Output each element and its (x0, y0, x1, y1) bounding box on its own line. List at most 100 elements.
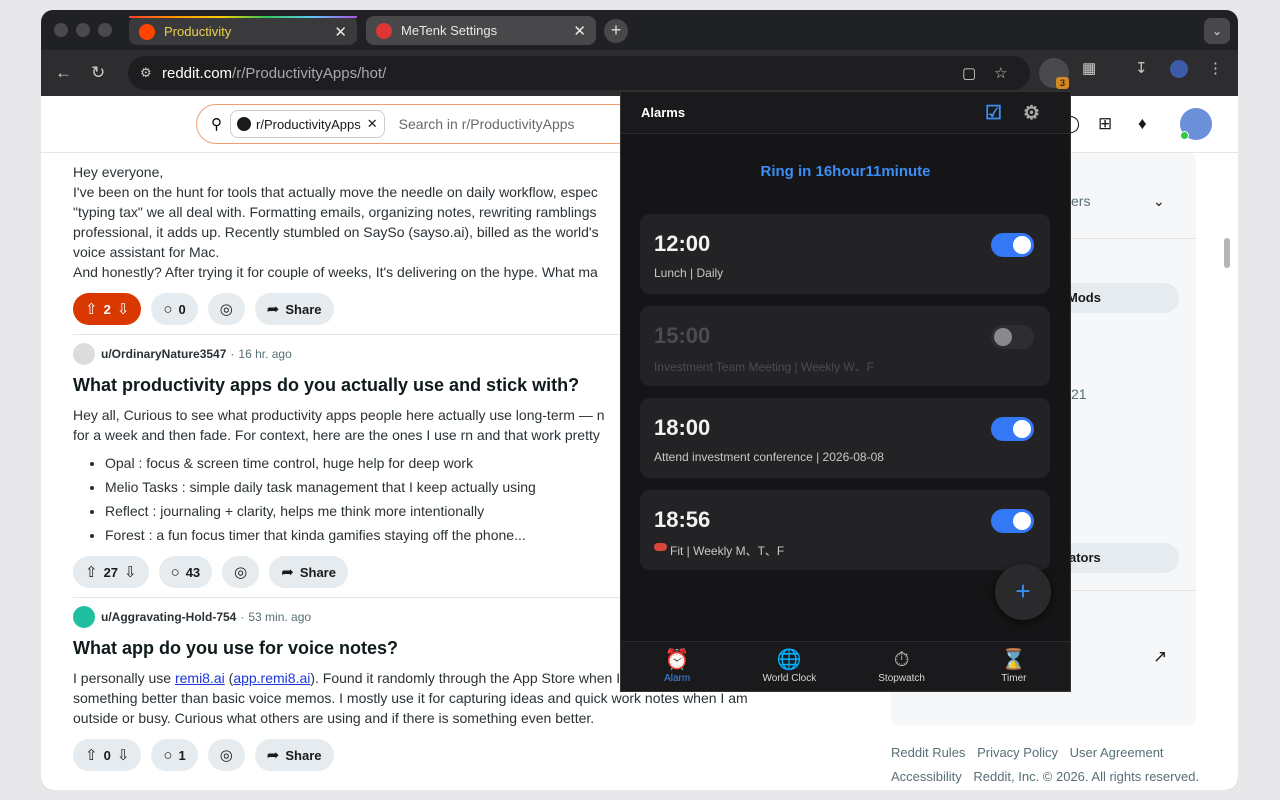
alarm-desc: Fit | Weekly M、T、F (670, 544, 785, 558)
app-remi8-link[interactable]: app.remi8.ai (233, 670, 310, 686)
extension-button[interactable]: 3 (1039, 58, 1069, 89)
user-avatar[interactable] (1180, 108, 1212, 140)
settings-gear-icon[interactable]: ⚙ (1023, 102, 1040, 125)
share-button[interactable]: ➦ Share (254, 293, 334, 325)
share-icon: ➦ (266, 747, 280, 764)
comments-button[interactable]: ○ 43 (158, 556, 213, 588)
vote-control[interactable]: ⇧ 0 ⇩ (73, 739, 142, 771)
minimize-window-button[interactable] (76, 23, 90, 37)
subreddit-search-chip[interactable]: r/ProductivityApps ✕ (230, 110, 385, 138)
close-window-button[interactable] (54, 23, 68, 37)
dumbbell-icon (654, 543, 667, 551)
post-author[interactable]: u/OrdinaryNature3547 (101, 347, 226, 361)
profile-avatar[interactable] (1170, 60, 1188, 78)
puzzle-extensions-icon[interactable]: ▦ (1082, 59, 1096, 77)
award-button[interactable]: ◎ (207, 739, 245, 771)
share-button[interactable]: ➦ Share (269, 556, 348, 588)
nav-stopwatch[interactable]: ⏱ Stopwatch (846, 642, 958, 691)
comments-button[interactable]: ○ 0 (151, 293, 198, 325)
alarm-time: 18:56 (654, 507, 711, 532)
share-label: Share (285, 747, 322, 763)
upvote-icon[interactable]: ⇧ (85, 746, 98, 764)
alarm-toggle[interactable] (991, 325, 1034, 349)
url-host: reddit.com (162, 64, 233, 82)
comment-count: 1 (178, 747, 186, 763)
vote-control[interactable]: ⇧ 2 ⇩ (73, 293, 142, 325)
award-button[interactable]: ◎ (222, 556, 260, 588)
remi8-link[interactable]: remi8.ai (175, 670, 225, 686)
alarm-card[interactable]: 18:00 Attend investment conference | 202… (640, 398, 1050, 478)
popup-header: Alarms ☑ ⚙ (621, 92, 1070, 134)
extension-badge: 3 (1056, 77, 1069, 89)
award-icon: ◎ (219, 301, 233, 318)
close-tab-icon[interactable]: ✕ (334, 23, 347, 41)
chevron-down-icon[interactable]: ⌄ (1153, 193, 1165, 210)
footer-link[interactable]: Reddit Rules (891, 745, 965, 760)
footer-link[interactable]: Accessibility (891, 769, 962, 784)
award-button[interactable]: ◎ (207, 293, 245, 325)
scrollbar-thumb[interactable] (1224, 238, 1230, 268)
browser-toolbar: ← ↻ ⚙ reddit.com/r/ProductivityApps/hot/… (41, 50, 1238, 96)
bookmark-star-icon[interactable]: ☆ (994, 64, 1007, 82)
user-avatar-icon[interactable] (73, 343, 95, 365)
alarm-desc: Attend investment conference | 2026-08-0… (654, 450, 884, 464)
search-bar[interactable]: ⚲ r/ProductivityApps ✕ Search in r/Produ… (196, 104, 666, 144)
back-arrow-icon[interactable]: ← (55, 63, 72, 83)
nav-timer[interactable]: ⌛ Timer (958, 642, 1070, 691)
search-input[interactable]: Search in r/ProductivityApps (399, 116, 575, 132)
downvote-icon[interactable]: ⇩ (117, 300, 130, 318)
new-tab-button[interactable]: + (604, 19, 628, 43)
tab-metenk-settings[interactable]: MeTenk Settings ✕ (366, 16, 596, 45)
nav-label: Timer (1001, 673, 1027, 684)
post-author[interactable]: u/Aggravating-Hold-754 (101, 610, 236, 624)
reload-icon[interactable]: ↻ (91, 63, 105, 83)
copyright: Reddit, Inc. © 2026. All rights reserved… (973, 769, 1200, 784)
alarm-toggle[interactable] (991, 233, 1034, 257)
vote-control[interactable]: ⇧ 27 ⇩ (73, 556, 149, 588)
nav-world-clock[interactable]: 🌐 World Clock (733, 642, 845, 691)
alarm-toggle[interactable] (991, 509, 1034, 533)
nav-label: World Clock (762, 673, 817, 684)
alarm-card[interactable]: 12:00 Lunch | Daily (640, 214, 1050, 294)
nav-label: Stopwatch (878, 673, 925, 684)
notifications-bell-icon[interactable]: ♦ (1138, 114, 1147, 134)
chip-label: r/ProductivityApps (256, 116, 361, 132)
post-age: 53 min. ago (248, 610, 312, 624)
subreddit-icon (237, 117, 251, 131)
comment-icon: ○ (163, 300, 173, 318)
add-alarm-button[interactable]: + (995, 564, 1051, 620)
address-bar[interactable]: ⚙ reddit.com/r/ProductivityApps/hot/ ▢ ☆ (128, 56, 1030, 90)
checkbox-icon[interactable]: ☑ (985, 102, 1002, 125)
close-tab-icon[interactable]: ✕ (573, 22, 586, 40)
alarm-toggle[interactable] (991, 417, 1034, 441)
tab-search-button[interactable]: ⌄ (1204, 18, 1230, 44)
comment-count: 43 (185, 564, 201, 580)
share-button[interactable]: ➦ Share (254, 739, 334, 771)
download-icon[interactable]: ↧ (1135, 59, 1148, 77)
install-app-icon[interactable]: ▢ (962, 64, 976, 82)
tab-productivity[interactable]: Productivity ✕ (129, 16, 357, 45)
footer-link[interactable]: User Agreement (1070, 745, 1164, 760)
comments-button[interactable]: ○ 1 (151, 739, 198, 771)
downvote-icon[interactable]: ⇩ (117, 746, 130, 764)
comment-icon: ○ (163, 746, 173, 764)
chip-close-icon[interactable]: ✕ (367, 116, 378, 132)
stopwatch-icon: ⏱ (893, 649, 910, 671)
downvote-icon[interactable]: ⇩ (124, 563, 137, 581)
create-post-icon[interactable]: ⊞ (1098, 114, 1112, 134)
user-avatar-icon[interactable] (73, 606, 95, 628)
upvote-icon[interactable]: ⇧ (85, 563, 98, 581)
site-info-icon[interactable]: ⚙ (140, 65, 152, 81)
upvote-icon[interactable]: ⇧ (85, 300, 98, 318)
more-menu-icon[interactable]: ⋮ (1208, 59, 1223, 77)
external-link-icon[interactable]: ↗ (1153, 647, 1167, 667)
zoom-window-button[interactable] (98, 23, 112, 37)
reddit-icon (139, 23, 155, 40)
popup-title: Alarms (641, 105, 686, 120)
nav-alarm[interactable]: ⏰ Alarm (621, 642, 733, 691)
footer-link[interactable]: Privacy Policy (977, 745, 1058, 760)
post-age: 16 hr. ago (238, 347, 292, 361)
alarm-card[interactable]: 18:56 Fit | Weekly M、T、F (640, 490, 1050, 570)
alarm-card[interactable]: 15:00 Investment Team Meeting | Weekly W… (640, 306, 1050, 386)
tab-label: Productivity (164, 24, 232, 39)
